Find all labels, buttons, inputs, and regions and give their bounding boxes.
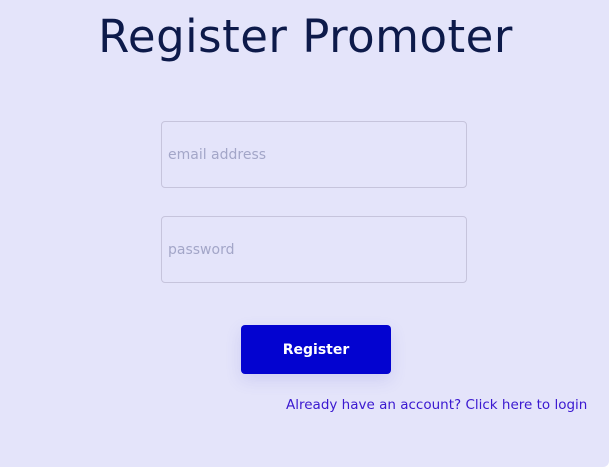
page-title: Register Promoter — [98, 10, 513, 63]
login-link[interactable]: Already have an account? Click here to l… — [286, 397, 587, 413]
register-button[interactable]: Register — [241, 325, 391, 374]
register-card: Register Promoter Register Already have … — [0, 0, 609, 467]
password-input[interactable] — [161, 216, 467, 283]
email-input[interactable] — [161, 121, 467, 188]
